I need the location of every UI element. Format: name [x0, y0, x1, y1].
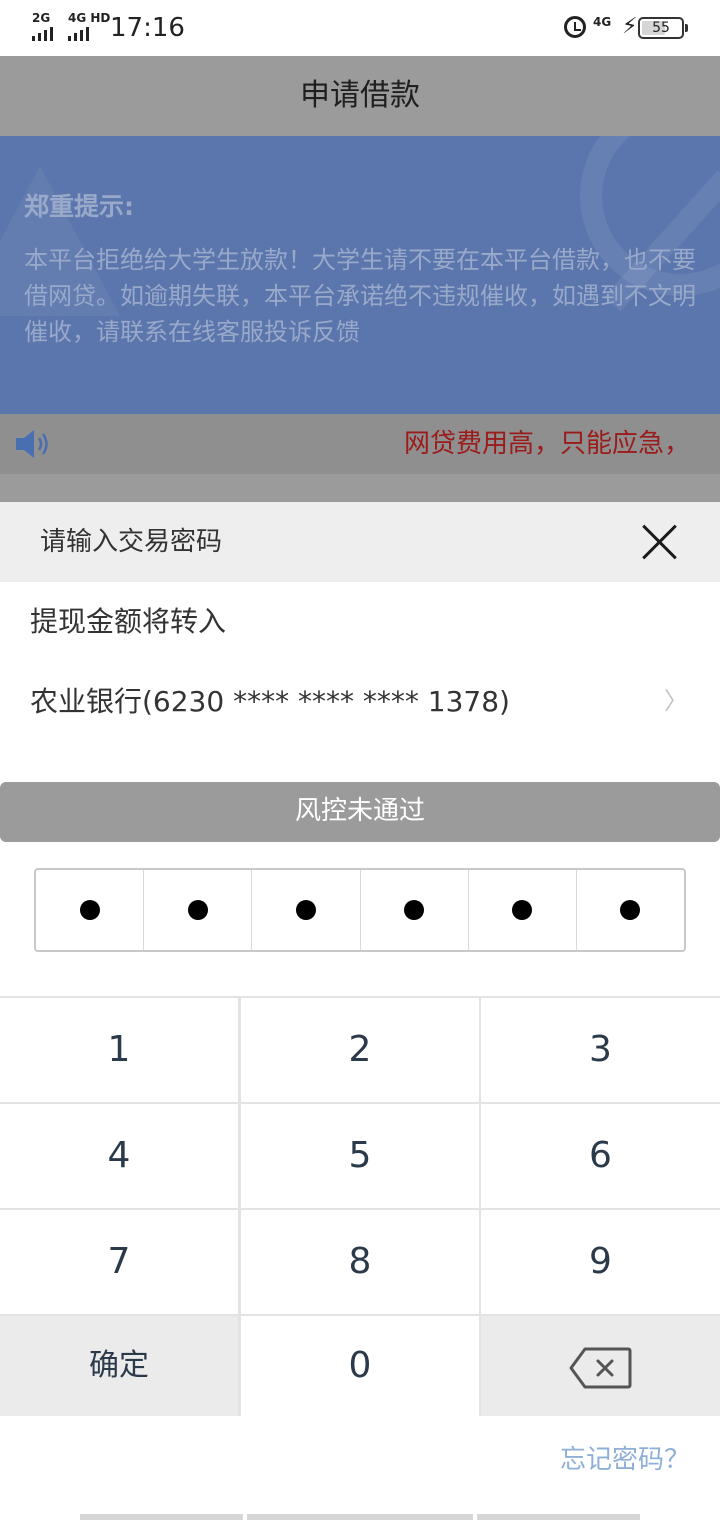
signal-4g-label: 4G HD	[68, 11, 111, 25]
password-dot-icon	[404, 900, 425, 920]
key-7[interactable]: 7	[0, 1210, 238, 1314]
key-8[interactable]: 8	[241, 1210, 479, 1314]
password-sheet-header: 请输入交易密码	[0, 502, 720, 582]
page-header: 申请借款	[0, 56, 720, 136]
risk-status-text: 风控未通过	[294, 796, 425, 826]
signal-2g-label: 2G	[32, 11, 51, 25]
signal-4g-icon: 4G HD	[68, 12, 110, 41]
status-time: 17:16	[110, 13, 185, 43]
notice-body: 本平台拒绝给大学生放款！大学生请不要在本平台借款，也不要借网贷。如逾期失联，本平…	[24, 246, 696, 346]
key-0[interactable]: 0	[241, 1316, 479, 1416]
bank-account-selector[interactable]: 农业银行(6230 **** **** **** 1378) 〉	[0, 670, 720, 734]
delete-button[interactable]	[481, 1316, 720, 1416]
password-digit-slot	[36, 870, 145, 950]
password-dot-icon	[187, 900, 208, 920]
network-4g-label: 4G	[593, 15, 612, 29]
backspace-icon	[569, 1347, 632, 1389]
ticker-text: 网贷费用高，只能应急，	[404, 429, 691, 459]
transfer-label: 提现金额将转入	[30, 605, 227, 638]
password-digit-slot	[252, 870, 361, 950]
notice-title: 郑重提示:	[24, 192, 134, 221]
forgot-password-link[interactable]: 忘记密码？	[560, 1440, 690, 1480]
bottom-nav-segment	[477, 1514, 640, 1520]
key-9[interactable]: 9	[481, 1210, 720, 1314]
key-3[interactable]: 3	[481, 998, 720, 1102]
battery-level: 55	[652, 20, 670, 36]
bottom-nav-segment	[80, 1514, 243, 1520]
password-dot-icon	[295, 900, 316, 920]
battery-icon: 55	[638, 17, 688, 39]
overlay-gap	[0, 474, 720, 502]
risk-status-banner: 风控未通过	[0, 782, 720, 842]
page-title: 申请借款	[300, 78, 420, 113]
speaker-icon	[16, 430, 48, 458]
signal-2g-icon: 2G	[32, 12, 53, 41]
key-4[interactable]: 4	[0, 1104, 238, 1208]
key-5[interactable]: 5	[241, 1104, 479, 1208]
alarm-icon	[564, 16, 586, 38]
key-2[interactable]: 2	[241, 998, 479, 1102]
charging-icon: ⚡	[622, 14, 638, 39]
password-dot-icon	[620, 900, 641, 920]
password-digit-slot	[577, 870, 684, 950]
password-dot-icon	[79, 900, 100, 920]
password-dot-icon	[512, 900, 533, 920]
sheet-title: 请输入交易密码	[40, 527, 223, 557]
status-bar: 2G 4G HD 17:16 4G ⚡ 55	[0, 0, 720, 56]
password-digit-slot	[469, 870, 577, 950]
numeric-keypad: 1 2 3 4 5 6 7 8 9 确定 0	[0, 996, 720, 1416]
close-icon[interactable]	[640, 522, 680, 562]
announcement-ticker: 网贷费用高，只能应急，	[0, 414, 720, 474]
bank-account-text: 农业银行(6230 **** **** **** 1378)	[30, 685, 510, 718]
bottom-nav-segment	[247, 1514, 473, 1520]
password-digit-slot	[361, 870, 469, 950]
password-input[interactable]	[34, 868, 686, 952]
chevron-right-icon: 〉	[664, 687, 688, 715]
notice-banner: 郑重提示: 本平台拒绝给大学生放款！大学生请不要在本平台借款，也不要借网贷。如逾…	[0, 136, 720, 414]
key-6[interactable]: 6	[481, 1104, 720, 1208]
confirm-button[interactable]: 确定	[0, 1316, 238, 1416]
key-1[interactable]: 1	[0, 998, 238, 1102]
app-screen: 2G 4G HD 17:16 4G ⚡ 55 申请借款 郑重提示: 本平台拒绝给…	[0, 0, 720, 1520]
password-digit-slot	[144, 870, 253, 950]
